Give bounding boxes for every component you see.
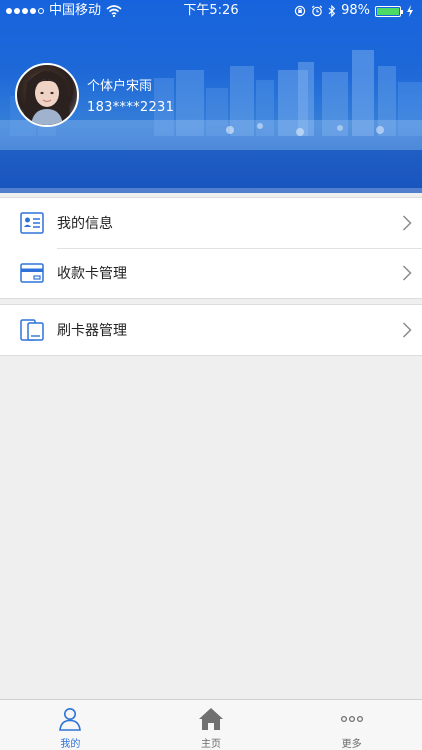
chevron-right-icon — [402, 215, 412, 231]
menu-item-bank-card[interactable]: 收款卡管理 — [0, 248, 422, 298]
tab-home[interactable]: 主页 — [141, 700, 282, 750]
tab-label-home: 主页 — [201, 739, 221, 750]
status-bar: 中国移动 下午5:26 98% — [0, 0, 422, 22]
tab-bar: 我的 主页 更多 — [0, 699, 422, 750]
tab-mine[interactable]: 我的 — [0, 700, 141, 750]
menu-group-account: 我的信息 收款卡管理 — [0, 197, 422, 299]
tab-more[interactable]: 更多 — [281, 700, 422, 750]
menu-label-bank-card: 收款卡管理 — [57, 266, 127, 282]
profile-name: 个体户宋雨 — [87, 79, 153, 94]
menu-item-card-reader[interactable]: 刷卡器管理 — [0, 305, 422, 355]
charging-icon — [407, 5, 413, 17]
bank-card-icon — [20, 263, 44, 283]
chevron-right-icon — [402, 322, 412, 338]
home-icon — [199, 708, 223, 730]
card-reader-icon — [20, 319, 44, 341]
user-photo-icon — [23, 71, 71, 125]
avatar[interactable] — [15, 63, 79, 127]
chevron-right-icon — [402, 265, 412, 281]
battery-percent: 98% — [341, 3, 370, 18]
tab-label-more: 更多 — [341, 739, 362, 750]
menu-item-my-info[interactable]: 我的信息 — [0, 198, 422, 248]
status-right: 98% — [294, 0, 414, 22]
profile-screen: 中国移动 下午5:26 98% 个体户宋雨 183****2231 我的信息 收… — [0, 0, 422, 750]
menu-label-my-info: 我的信息 — [57, 216, 113, 232]
profile-phone: 183****2231 — [87, 100, 175, 115]
bluetooth-icon — [328, 5, 336, 17]
alarm-icon — [311, 5, 323, 17]
tab-label-mine: 我的 — [60, 739, 81, 750]
battery-icon — [375, 5, 403, 17]
more-icon — [340, 715, 363, 723]
menu-label-card-reader: 刷卡器管理 — [57, 323, 127, 339]
menu-group-device: 刷卡器管理 — [0, 304, 422, 356]
battery-level-fill — [377, 7, 399, 15]
person-icon — [59, 708, 82, 731]
orientation-lock-icon — [294, 5, 306, 17]
profile-header: 中国移动 下午5:26 98% 个体户宋雨 183****2231 — [0, 0, 422, 193]
contact-card-icon — [20, 212, 44, 234]
